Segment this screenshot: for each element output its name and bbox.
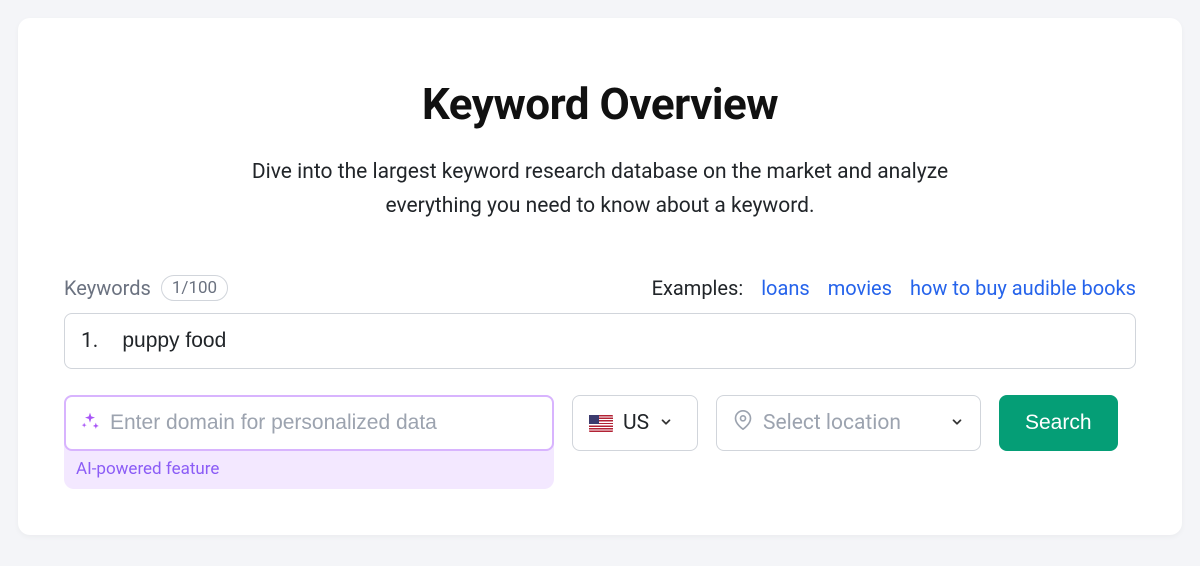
keyword-row-number: 1. xyxy=(81,329,98,353)
page-title: Keyword Overview xyxy=(64,78,1136,130)
keywords-label: Keywords xyxy=(64,276,151,300)
location-select[interactable]: Select location xyxy=(716,395,981,451)
sparkle-icon xyxy=(80,411,100,435)
ai-caption: AI-powered feature xyxy=(64,451,554,489)
controls-row: AI-powered feature US Select location Se… xyxy=(64,395,1136,489)
keyword-form: Keywords 1/100 Examples: loans movies ho… xyxy=(64,275,1136,489)
country-code: US xyxy=(623,411,649,435)
keywords-label-group: Keywords 1/100 xyxy=(64,275,228,301)
keyword-overview-card: Keyword Overview Dive into the largest k… xyxy=(18,18,1182,535)
labels-row: Keywords 1/100 Examples: loans movies ho… xyxy=(64,275,1136,301)
chevron-down-icon xyxy=(659,411,673,435)
country-select[interactable]: US xyxy=(572,395,698,451)
flag-us-icon xyxy=(589,415,613,432)
page-subtitle: Dive into the largest keyword research d… xyxy=(230,156,970,223)
examples-group: Examples: loans movies how to buy audibl… xyxy=(652,276,1136,300)
examples-label: Examples: xyxy=(652,276,744,300)
example-link-movies[interactable]: movies xyxy=(828,276,892,300)
location-placeholder: Select location xyxy=(763,411,901,435)
ai-domain-field[interactable] xyxy=(64,395,554,451)
keyword-input[interactable] xyxy=(122,329,1119,353)
chevron-down-icon xyxy=(950,411,964,435)
example-link-audible[interactable]: how to buy audible books xyxy=(910,276,1136,300)
keywords-count-badge: 1/100 xyxy=(161,275,228,301)
location-pin-icon xyxy=(733,410,753,436)
ai-domain-input[interactable] xyxy=(110,411,538,435)
keyword-input-row[interactable]: 1. xyxy=(64,313,1136,369)
search-button[interactable]: Search xyxy=(999,395,1118,451)
ai-domain-wrapper: AI-powered feature xyxy=(64,395,554,489)
example-link-loans[interactable]: loans xyxy=(761,276,810,300)
